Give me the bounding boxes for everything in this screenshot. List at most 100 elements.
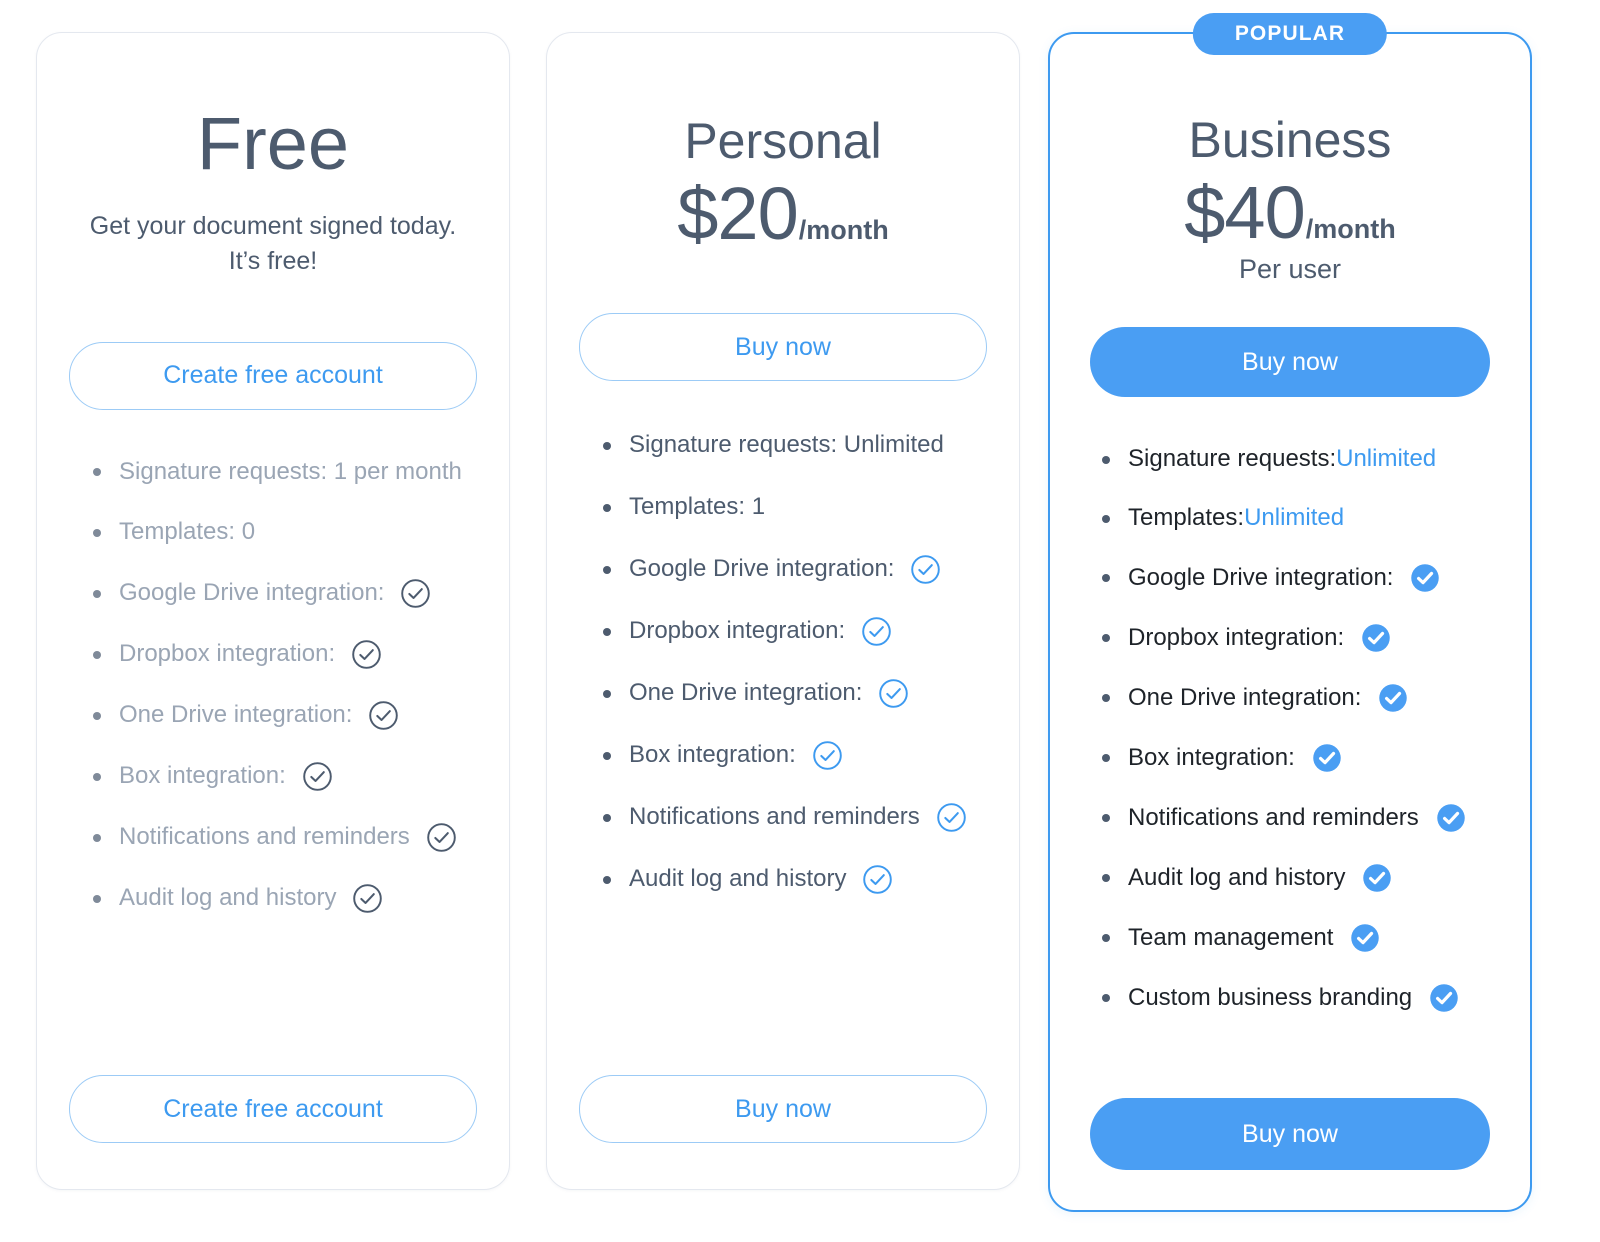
- check-circle-icon: [813, 741, 842, 770]
- feature-label: Box integration:: [119, 762, 286, 790]
- buy-now-button-business-bottom[interactable]: Buy now: [1090, 1098, 1490, 1170]
- feature-label: Custom business branding: [1128, 983, 1413, 1011]
- feature-list-free: Signature requests: 1 per month Templates…: [37, 458, 509, 946]
- plan-title-business: Business: [1188, 112, 1392, 168]
- plan-title-personal: Personal: [684, 113, 882, 169]
- feature-label: One Drive integration:: [629, 679, 863, 707]
- check-circle-icon: [401, 579, 431, 609]
- feature-item: Google Drive integration:: [603, 555, 999, 584]
- feature-label: Dropbox integration:: [119, 640, 336, 668]
- feature-label: One Drive integration:: [119, 701, 353, 729]
- feature-item: One Drive integration:: [1102, 683, 1510, 713]
- feature-item: Templates: 1: [603, 493, 999, 522]
- feature-label: Notifications and reminders: [1128, 803, 1419, 831]
- check-circle-icon: [1379, 684, 1408, 712]
- feature-item: Audit log and history: [1102, 863, 1510, 893]
- feature-label: Team management: [1128, 923, 1334, 951]
- feature-list-personal: Signature requests: Unlimited Templates: …: [547, 431, 1019, 927]
- feature-label: Templates:: [1128, 504, 1245, 532]
- feature-value-highlight: Unlimited: [1244, 504, 1345, 532]
- feature-item: Google Drive integration:: [93, 579, 489, 609]
- feature-item: Custom business branding: [1102, 983, 1510, 1013]
- feature-item: Notifications and reminders: [603, 803, 999, 832]
- plan-header-personal: Personal $20 /month: [547, 33, 1019, 253]
- feature-label: Signature requests:: [1128, 445, 1337, 473]
- check-circle-icon: [353, 884, 383, 914]
- feature-item: One Drive integration:: [603, 679, 999, 708]
- feature-label: Signature requests: 1 per month: [119, 457, 462, 485]
- feature-item: Notifications and reminders: [93, 823, 489, 853]
- create-free-account-button-bottom[interactable]: Create free account: [69, 1075, 477, 1143]
- plan-period-personal: /month: [798, 214, 889, 245]
- feature-label: Google Drive integration:: [119, 579, 385, 607]
- plan-price-row-personal: $20 /month: [573, 171, 993, 255]
- feature-label: Box integration:: [1128, 743, 1295, 771]
- feature-label: Google Drive integration:: [1128, 563, 1394, 591]
- check-circle-icon: [937, 803, 966, 832]
- check-circle-icon: [1362, 624, 1390, 652]
- feature-item: Templates: Unlimited: [1102, 504, 1510, 533]
- feature-item: Team management: [1102, 923, 1510, 953]
- plan-title-free: Free: [196, 102, 350, 185]
- feature-value-highlight: Unlimited: [1336, 445, 1437, 473]
- pricing-card-personal: Personal $20 /month Buy now Signature re…: [546, 32, 1020, 1190]
- plan-price-row-business: $40 /month: [1076, 170, 1504, 254]
- feature-item: Box integration:: [1102, 743, 1510, 773]
- check-circle-icon: [911, 555, 941, 584]
- feature-item: Signature requests: Unlimited: [1102, 445, 1510, 474]
- feature-list-business: Signature requests: Unlimited Templates: …: [1050, 445, 1530, 1043]
- feature-label: One Drive integration:: [1128, 683, 1362, 711]
- feature-item: Audit log and history: [603, 865, 999, 894]
- buy-now-button-business-top[interactable]: Buy now: [1090, 327, 1490, 398]
- feature-label: Notifications and reminders: [629, 803, 920, 831]
- feature-label: Audit log and history: [1128, 863, 1346, 891]
- feature-item: Dropbox integration:: [1102, 623, 1510, 653]
- check-circle-icon: [427, 823, 456, 853]
- check-circle-icon: [1313, 744, 1341, 772]
- feature-label: Dropbox integration:: [1128, 623, 1345, 651]
- create-free-account-button-top[interactable]: Create free account: [69, 341, 477, 410]
- check-circle-icon: [1363, 864, 1392, 892]
- feature-item: One Drive integration:: [93, 701, 489, 731]
- buy-now-button-personal-top[interactable]: Buy now: [579, 313, 987, 382]
- feature-item: Signature requests: 1 per month: [93, 458, 489, 487]
- pricing-card-free: Free Get your document signed today. It’…: [36, 32, 510, 1190]
- feature-label: Audit log and history: [629, 865, 847, 893]
- plan-tagline-free: Get your document signed today. It’s fre…: [89, 211, 457, 276]
- check-circle-icon: [303, 762, 332, 792]
- check-circle-icon: [1437, 804, 1465, 832]
- feature-label: Signature requests: Unlimited: [629, 431, 944, 459]
- plan-price-business: $40: [1184, 170, 1305, 254]
- check-circle-icon: [1351, 924, 1380, 952]
- check-circle-icon: [863, 865, 893, 894]
- plan-header-free: Free Get your document signed today. It’…: [37, 33, 509, 280]
- feature-item: Dropbox integration:: [603, 617, 999, 646]
- plan-price-personal: $20: [677, 171, 798, 255]
- feature-label: Audit log and history: [119, 884, 337, 912]
- check-circle-icon: [369, 701, 399, 731]
- pricing-table: Free Get your document signed today. It’…: [0, 0, 1600, 1242]
- check-circle-icon: [879, 679, 909, 708]
- feature-item: Signature requests: Unlimited: [603, 431, 999, 460]
- check-circle-icon: [1411, 564, 1440, 592]
- pricing-card-business: POPULAR Business $40 /month Per user Buy…: [1048, 13, 1532, 1212]
- feature-item: Templates: 0: [93, 518, 489, 547]
- feature-label: Notifications and reminders: [119, 823, 410, 851]
- plan-period-business: /month: [1305, 213, 1396, 244]
- feature-label: Templates: 0: [119, 518, 256, 546]
- feature-item: Box integration:: [603, 741, 999, 770]
- feature-item: Google Drive integration:: [1102, 563, 1510, 593]
- check-circle-icon: [862, 617, 891, 646]
- popular-badge: POPULAR: [1192, 13, 1388, 55]
- plan-subnote-business: Per user: [1238, 254, 1342, 285]
- check-circle-icon: [1430, 984, 1458, 1012]
- feature-label: Templates: 1: [629, 493, 766, 521]
- feature-label: Dropbox integration:: [629, 617, 846, 645]
- check-circle-icon: [352, 640, 381, 670]
- feature-label: Google Drive integration:: [629, 555, 895, 583]
- feature-item: Audit log and history: [93, 884, 489, 914]
- feature-item: Dropbox integration:: [93, 640, 489, 670]
- buy-now-button-personal-bottom[interactable]: Buy now: [579, 1075, 987, 1143]
- feature-item: Box integration:: [93, 762, 489, 792]
- feature-label: Box integration:: [629, 741, 796, 769]
